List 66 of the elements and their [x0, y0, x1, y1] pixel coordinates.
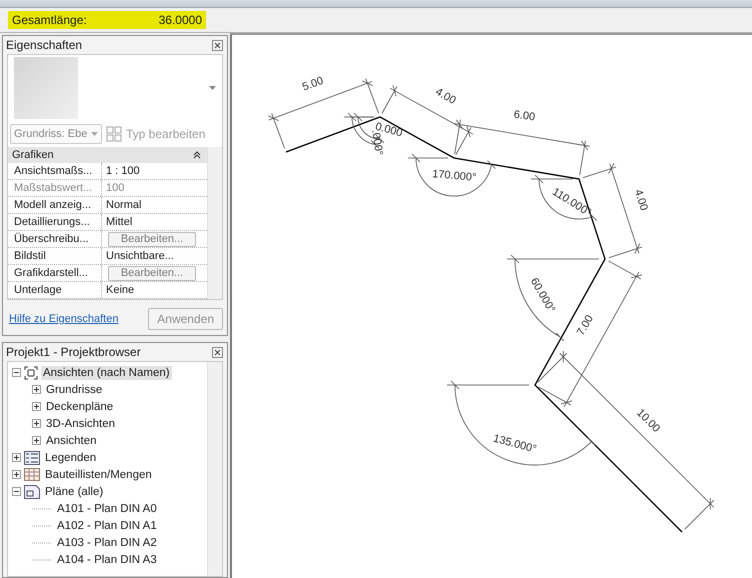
property-name: Maßstabswert... — [8, 180, 102, 196]
caret-icon — [209, 86, 216, 90]
length-label: 4.00 — [632, 188, 650, 212]
angle-label: 135.000° — [492, 432, 538, 456]
tree-connector — [32, 558, 52, 560]
expand-icon[interactable] — [32, 419, 41, 428]
expand-icon[interactable] — [32, 402, 41, 411]
property-name: Überschreibu... — [8, 231, 102, 247]
view-frame-icon — [24, 366, 38, 380]
tree-item[interactable]: Deckenpläne — [44, 400, 116, 414]
tree-item[interactable]: A104 - Plan DIN A3 — [55, 552, 159, 566]
expand-icon[interactable] — [12, 470, 21, 479]
close-icon[interactable] — [212, 346, 223, 358]
tree-item[interactable]: Pläne (alle) — [43, 484, 106, 498]
sheet-icon — [24, 484, 40, 498]
tree-item[interactable]: A102 - Plan DIN A1 — [55, 518, 159, 532]
expand-icon[interactable] — [32, 385, 41, 394]
expand-icon[interactable] — [32, 436, 41, 445]
property-value[interactable]: Mittel — [102, 214, 207, 230]
property-name: Modell anzeig... — [8, 197, 102, 213]
collapse-icon[interactable] — [193, 151, 201, 159]
tree-item[interactable]: Grundrisse — [44, 382, 104, 396]
property-name: Detaillierungs... — [8, 214, 102, 230]
caret-icon — [91, 132, 98, 136]
tree-connector — [32, 508, 52, 510]
tree-item[interactable]: A103 - Plan DIN A2 — [55, 536, 159, 550]
type-thumbnail — [14, 57, 78, 119]
panel-title: Projekt1 - Projektbrowser — [6, 345, 141, 359]
table-icon — [24, 468, 40, 481]
close-icon[interactable] — [212, 40, 223, 50]
group-header[interactable]: Grafiken — [8, 147, 207, 163]
property-value[interactable]: Normal — [102, 197, 207, 213]
angle-arc — [530, 174, 598, 221]
tree-item[interactable]: Legenden — [43, 450, 98, 464]
tree-connector — [32, 542, 52, 544]
panel-title: Eigenschaften — [6, 38, 82, 52]
property-value[interactable]: 1 : 100 — [102, 163, 207, 179]
length-label: 6.00 — [512, 108, 536, 124]
collapse-icon[interactable] — [12, 487, 21, 496]
scrollbar[interactable] — [207, 362, 222, 576]
scrollbar[interactable] — [207, 147, 222, 299]
field-value: 36.0000 — [158, 13, 202, 27]
property-name: Grafikdarstell... — [8, 265, 102, 281]
tree-item[interactable]: A101 - Plan DIN A0 — [55, 502, 159, 516]
tree-item[interactable]: Ansichten (nach Namen) — [41, 366, 172, 380]
group-label: Grafiken — [12, 149, 54, 161]
help-link[interactable]: Hilfe zu Eigenschaften — [9, 313, 118, 325]
length-label: 4.00 — [433, 86, 458, 107]
property-value[interactable]: Unsichtbare... — [102, 248, 207, 264]
edit-type-icon — [106, 126, 122, 142]
expand-icon[interactable] — [12, 453, 21, 462]
property-name: Unterlage — [8, 282, 102, 298]
collapse-icon[interactable] — [12, 368, 21, 377]
edit-button[interactable]: Bearbeiten... — [108, 266, 196, 280]
tree-item[interactable]: Ansichten — [44, 434, 99, 448]
field-label: Gesamtlänge: — [12, 13, 87, 27]
angle-label: 170.000° — [432, 168, 477, 184]
property-value[interactable]: Keine — [102, 282, 207, 298]
property-name: Bildstil — [8, 248, 102, 264]
edit-button[interactable]: Bearbeiten... — [108, 232, 196, 246]
tree-connector — [32, 524, 52, 526]
length-label: 5.00 — [300, 74, 326, 94]
tree-item[interactable]: 3D-Ansichten — [44, 416, 118, 430]
legend-icon — [24, 450, 40, 464]
tree-item[interactable]: Bauteillisten/Mengen — [43, 468, 154, 482]
property-name: Ansichtsmaßs... — [8, 163, 102, 179]
